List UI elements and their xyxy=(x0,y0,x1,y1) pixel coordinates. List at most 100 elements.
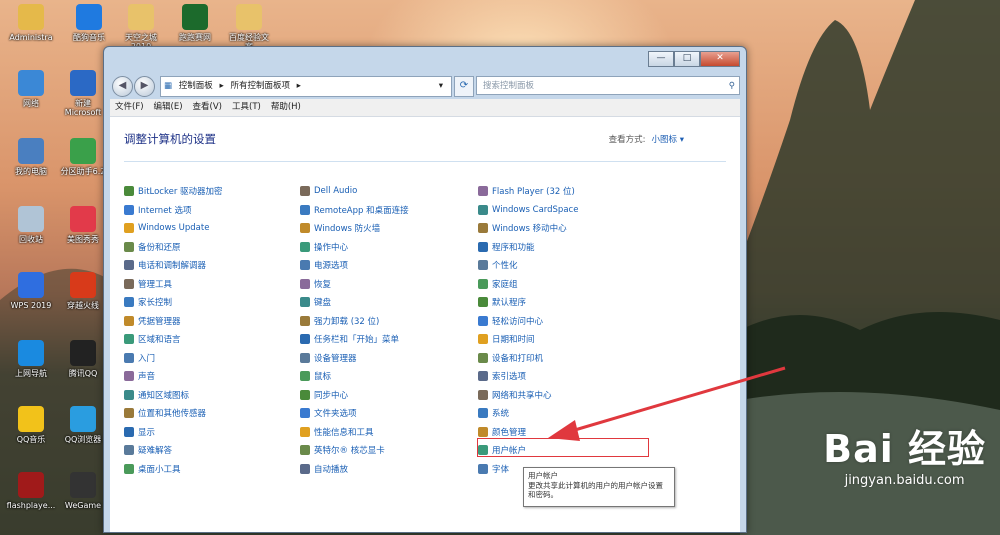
desktop-icon[interactable]: 腾讯QQ xyxy=(58,340,108,378)
control-panel-item[interactable]: 入门 xyxy=(124,349,223,368)
item-icon xyxy=(300,186,310,197)
desktop-icon[interactable]: 美图秀秀 xyxy=(58,206,108,244)
control-panel-item[interactable]: Internet 选项 xyxy=(124,201,223,220)
control-panel-item[interactable]: 轻松访问中心 xyxy=(478,312,578,331)
control-panel-item[interactable]: 显示 xyxy=(124,423,223,442)
desktop-icon[interactable]: 上网导航 xyxy=(6,340,56,378)
item-label: 性能信息和工具 xyxy=(314,427,374,438)
item-label: 备份和还原 xyxy=(138,242,181,253)
control-panel-item[interactable]: 任务栏和「开始」菜单 xyxy=(300,330,409,349)
app-icon xyxy=(18,138,44,164)
control-panel-window[interactable]: — □ ✕ ◀ ▶ ▦ 控制面板 ▸ 所有控制面板项 ▸ ▾ ⟳ 搜索控制面板 … xyxy=(103,46,747,533)
item-label: RemoteApp 和桌面连接 xyxy=(314,205,409,216)
control-panel-item[interactable]: Windows 防火墙 xyxy=(300,219,409,238)
desktop-icon[interactable]: 酷狗音乐 xyxy=(64,4,114,42)
desktop-icon[interactable]: 网络 xyxy=(6,70,56,108)
control-panel-item[interactable]: 鼠标 xyxy=(300,367,409,386)
control-panel-item[interactable]: 默认程序 xyxy=(478,293,578,312)
item-icon xyxy=(300,408,310,419)
menu-edit[interactable]: 编辑(E) xyxy=(149,99,188,116)
control-panel-item[interactable]: 同步中心 xyxy=(300,386,409,405)
menu-help[interactable]: 帮助(H) xyxy=(266,99,306,116)
control-panel-item[interactable]: RemoteApp 和桌面连接 xyxy=(300,201,409,220)
control-panel-item[interactable]: Windows Update xyxy=(124,219,223,238)
control-panel-item[interactable]: 个性化 xyxy=(478,256,578,275)
control-panel-item[interactable]: 恢复 xyxy=(300,275,409,294)
search-input[interactable]: 搜索控制面板 ⚲ xyxy=(476,76,740,95)
item-label: 个性化 xyxy=(492,261,518,272)
menu-tools[interactable]: 工具(T) xyxy=(227,99,266,116)
control-panel-item[interactable]: 电源选项 xyxy=(300,256,409,275)
control-panel-item[interactable]: 家庭组 xyxy=(478,275,578,294)
search-icon[interactable]: ⚲ xyxy=(729,77,735,96)
control-panel-item[interactable]: 位置和其他传感器 xyxy=(124,404,223,423)
item-label: Dell Audio xyxy=(314,186,358,197)
breadcrumb-control-panel[interactable]: 控制面板 xyxy=(179,81,213,91)
control-panel-item[interactable]: Windows CardSpace xyxy=(478,201,578,220)
watermark-url: jingyan.baidu.com xyxy=(844,473,965,488)
control-panel-item[interactable]: 性能信息和工具 xyxy=(300,423,409,442)
menu-view[interactable]: 查看(V) xyxy=(188,99,227,116)
control-panel-item[interactable]: 系统 xyxy=(478,404,578,423)
control-panel-item[interactable]: 网络和共享中心 xyxy=(478,386,578,405)
control-panel-item[interactable]: 设备和打印机 xyxy=(478,349,578,368)
view-mode-dropdown[interactable]: 小图标 ▾ xyxy=(652,135,684,145)
control-panel-item[interactable]: 日期和时间 xyxy=(478,330,578,349)
control-panel-item[interactable]: 索引选项 xyxy=(478,367,578,386)
control-panel-item[interactable]: 电话和调制解调器 xyxy=(124,256,223,275)
refresh-button[interactable]: ⟳ xyxy=(454,76,474,97)
desktop-icon[interactable]: 跑跑赛网 xyxy=(170,4,220,42)
control-panel-item[interactable]: 强力卸载 (32 位) xyxy=(300,312,409,331)
address-bar[interactable]: ▦ 控制面板 ▸ 所有控制面板项 ▸ ▾ xyxy=(160,76,452,97)
control-panel-item[interactable]: 操作中心 xyxy=(300,238,409,257)
maximize-button[interactable]: □ xyxy=(674,51,700,67)
control-panel-item[interactable]: 备份和还原 xyxy=(124,238,223,257)
desktop-icon[interactable]: QQ浏览器 xyxy=(58,406,108,444)
breadcrumb-separator[interactable]: ▸ xyxy=(219,81,223,91)
control-panel-item[interactable]: 通知区域图标 xyxy=(124,386,223,405)
desktop-icon-label: 跑跑赛网 xyxy=(179,33,211,42)
app-icon xyxy=(18,406,44,432)
desktop-icon[interactable]: QQ音乐 xyxy=(6,406,56,444)
desktop-icon[interactable]: flashplaye... xyxy=(6,472,56,510)
control-panel-item[interactable]: 凭据管理器 xyxy=(124,312,223,331)
minimize-button[interactable]: — xyxy=(648,51,674,67)
desktop-icon[interactable]: 分区助手6.2 xyxy=(58,138,108,176)
control-panel-item[interactable]: Windows 移动中心 xyxy=(478,219,578,238)
desktop-icon[interactable]: WeGame xyxy=(58,472,108,510)
control-panel-item[interactable]: Dell Audio xyxy=(300,182,409,201)
desktop-icon[interactable]: Administra xyxy=(6,4,56,42)
desktop-icon[interactable]: 穿越火线 xyxy=(58,272,108,310)
menu-file[interactable]: 文件(F) xyxy=(110,99,149,116)
control-panel-item[interactable]: 设备管理器 xyxy=(300,349,409,368)
desktop-icon[interactable]: 百度经验文 案 xyxy=(224,4,274,51)
control-panel-item[interactable]: 桌面小工具 xyxy=(124,460,223,479)
forward-button[interactable]: ▶ xyxy=(134,76,155,97)
close-button[interactable]: ✕ xyxy=(700,51,740,67)
control-panel-item[interactable]: 管理工具 xyxy=(124,275,223,294)
breadcrumb-all-items[interactable]: 所有控制面板项 xyxy=(230,81,290,91)
breadcrumb-separator[interactable]: ▸ xyxy=(297,81,301,91)
desktop-icon-label: Administra xyxy=(9,33,53,42)
control-panel-item[interactable]: 自动播放 xyxy=(300,460,409,479)
control-panel-item[interactable]: 键盘 xyxy=(300,293,409,312)
desktop-icon[interactable]: 天空之城 2010 xyxy=(116,4,166,51)
desktop-icon[interactable]: 回收站 xyxy=(6,206,56,244)
control-panel-item[interactable]: 文件夹选项 xyxy=(300,404,409,423)
desktop-icon[interactable]: 我的电脑 xyxy=(6,138,56,176)
control-panel-item[interactable]: 程序和功能 xyxy=(478,238,578,257)
back-button[interactable]: ◀ xyxy=(112,76,133,97)
item-label: Windows Update xyxy=(138,223,210,234)
control-panel-item[interactable]: 区域和语言 xyxy=(124,330,223,349)
control-panel-item[interactable]: 声音 xyxy=(124,367,223,386)
item-label: Internet 选项 xyxy=(138,205,192,216)
desktop-icon[interactable]: WPS 2019 xyxy=(6,272,56,310)
control-panel-item[interactable]: 疑难解答 xyxy=(124,441,223,460)
control-panel-item[interactable]: 英特尔® 核芯显卡 xyxy=(300,441,409,460)
item-icon xyxy=(478,389,488,400)
desktop-icon[interactable]: 新建 Microsoft xyxy=(58,70,108,117)
control-panel-item[interactable]: BitLocker 驱动器加密 xyxy=(124,182,223,201)
dropdown-arrow-icon[interactable]: ▾ xyxy=(439,77,443,96)
control-panel-item[interactable]: 家长控制 xyxy=(124,293,223,312)
control-panel-item[interactable]: Flash Player (32 位) xyxy=(478,182,578,201)
